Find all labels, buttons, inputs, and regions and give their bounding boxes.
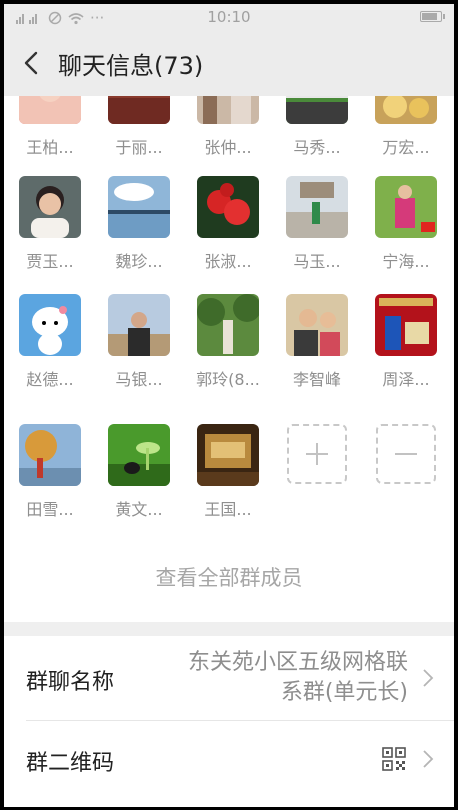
member-item[interactable]: 黄文... xyxy=(106,424,172,520)
page-title: 聊天信息(73) xyxy=(58,52,204,80)
member-name: 赵德... xyxy=(26,370,74,389)
add-box xyxy=(287,424,347,484)
avatar xyxy=(375,96,437,124)
avatar xyxy=(108,176,170,238)
avatar xyxy=(108,424,170,486)
member-item[interactable]: 李智峰 xyxy=(284,294,350,390)
member-item[interactable]: 周泽... xyxy=(373,294,439,390)
member-item[interactable]: 魏珍... xyxy=(106,176,172,272)
member-name: 王柏... xyxy=(26,138,74,157)
member-name: 于丽... xyxy=(115,138,163,157)
member-name: 马秀... xyxy=(293,138,341,157)
avatar xyxy=(19,96,81,124)
chevron-right-icon xyxy=(423,750,434,768)
member-name: 万宏... xyxy=(382,138,430,157)
member-item[interactable]: 王柏... xyxy=(17,96,83,158)
member-item[interactable]: 于丽... xyxy=(106,96,172,158)
view-all-members-link[interactable]: 查看全部群成员 xyxy=(4,562,454,592)
remove-member-button[interactable] xyxy=(373,424,439,484)
avatar xyxy=(19,424,81,486)
member-item[interactable]: 赵德... xyxy=(17,294,83,390)
avatar xyxy=(108,96,170,124)
section-divider xyxy=(4,622,454,636)
qr-code-row[interactable]: 群二维码 xyxy=(4,721,454,801)
avatar xyxy=(286,294,348,356)
member-item[interactable]: 万宏... xyxy=(373,96,439,158)
qr-code-label: 群二维码 xyxy=(26,751,115,776)
member-grid: 王柏... 于丽... 张仲... 马秀... 万宏... 贾玉... 魏珍..… xyxy=(4,96,454,622)
add-member-button[interactable] xyxy=(284,424,350,484)
member-name: 郭玲(8... xyxy=(196,370,260,389)
group-name-value-line1: 东关苑小区五级网格联 xyxy=(187,650,408,675)
group-name-row[interactable]: 群聊名称 东关苑小区五级网格联 系群(单元长) xyxy=(4,636,454,720)
member-name: 李智峰 xyxy=(292,370,341,389)
member-item[interactable]: 田雪... xyxy=(17,424,83,520)
avatar xyxy=(197,176,259,238)
member-name: 张仲... xyxy=(204,138,252,157)
status-time: 10:10 xyxy=(207,8,251,26)
avatar xyxy=(19,176,81,238)
qr-code-icon xyxy=(382,747,406,771)
member-name: 田雪... xyxy=(26,500,74,519)
member-name: 魏珍... xyxy=(115,252,163,271)
group-name-value: 东关苑小区五级网格联 系群(单元长) xyxy=(188,648,408,708)
avatar xyxy=(19,294,81,356)
avatar xyxy=(197,294,259,356)
member-name: 王国... xyxy=(204,500,252,519)
avatar xyxy=(375,176,437,238)
avatar xyxy=(197,424,259,486)
chevron-right-icon xyxy=(423,669,434,687)
avatar xyxy=(375,294,437,356)
member-item[interactable]: 张仲... xyxy=(195,96,261,158)
group-name-value-line2: 系群(单元长) xyxy=(280,680,408,705)
battery-icon xyxy=(420,11,445,22)
member-name: 贾玉... xyxy=(26,252,74,271)
member-item[interactable]: 宁海... xyxy=(373,176,439,272)
member-item[interactable]: 马秀... xyxy=(284,96,350,158)
status-bar: ··· 10:10 xyxy=(4,4,454,30)
back-chevron-icon xyxy=(24,51,38,75)
screen: ··· 10:10 聊天信息(73) 王柏... 于丽... 张仲... 马秀.… xyxy=(4,4,454,807)
member-item[interactable]: 贾玉... xyxy=(17,176,83,272)
avatar xyxy=(108,294,170,356)
member-name: 周泽... xyxy=(382,370,430,389)
plus-icon xyxy=(306,443,328,465)
avatar xyxy=(197,96,259,124)
member-item[interactable]: 张淑... xyxy=(195,176,261,272)
avatar xyxy=(286,176,348,238)
member-name: 黄文... xyxy=(115,500,163,519)
member-item[interactable]: 马银... xyxy=(106,294,172,390)
minus-icon xyxy=(395,453,417,455)
member-item[interactable]: 郭玲(8... xyxy=(195,294,261,390)
member-name: 马银... xyxy=(115,370,163,389)
back-button[interactable] xyxy=(18,46,48,80)
member-name: 马玉... xyxy=(293,252,341,271)
nav-bar: 聊天信息(73) xyxy=(4,30,454,97)
avatar xyxy=(286,96,348,124)
member-name: 宁海... xyxy=(382,252,430,271)
member-name: 张淑... xyxy=(204,252,252,271)
group-name-label: 群聊名称 xyxy=(26,670,115,695)
remove-box xyxy=(376,424,436,484)
member-item[interactable]: 王国... xyxy=(195,424,261,520)
member-item[interactable]: 马玉... xyxy=(284,176,350,272)
